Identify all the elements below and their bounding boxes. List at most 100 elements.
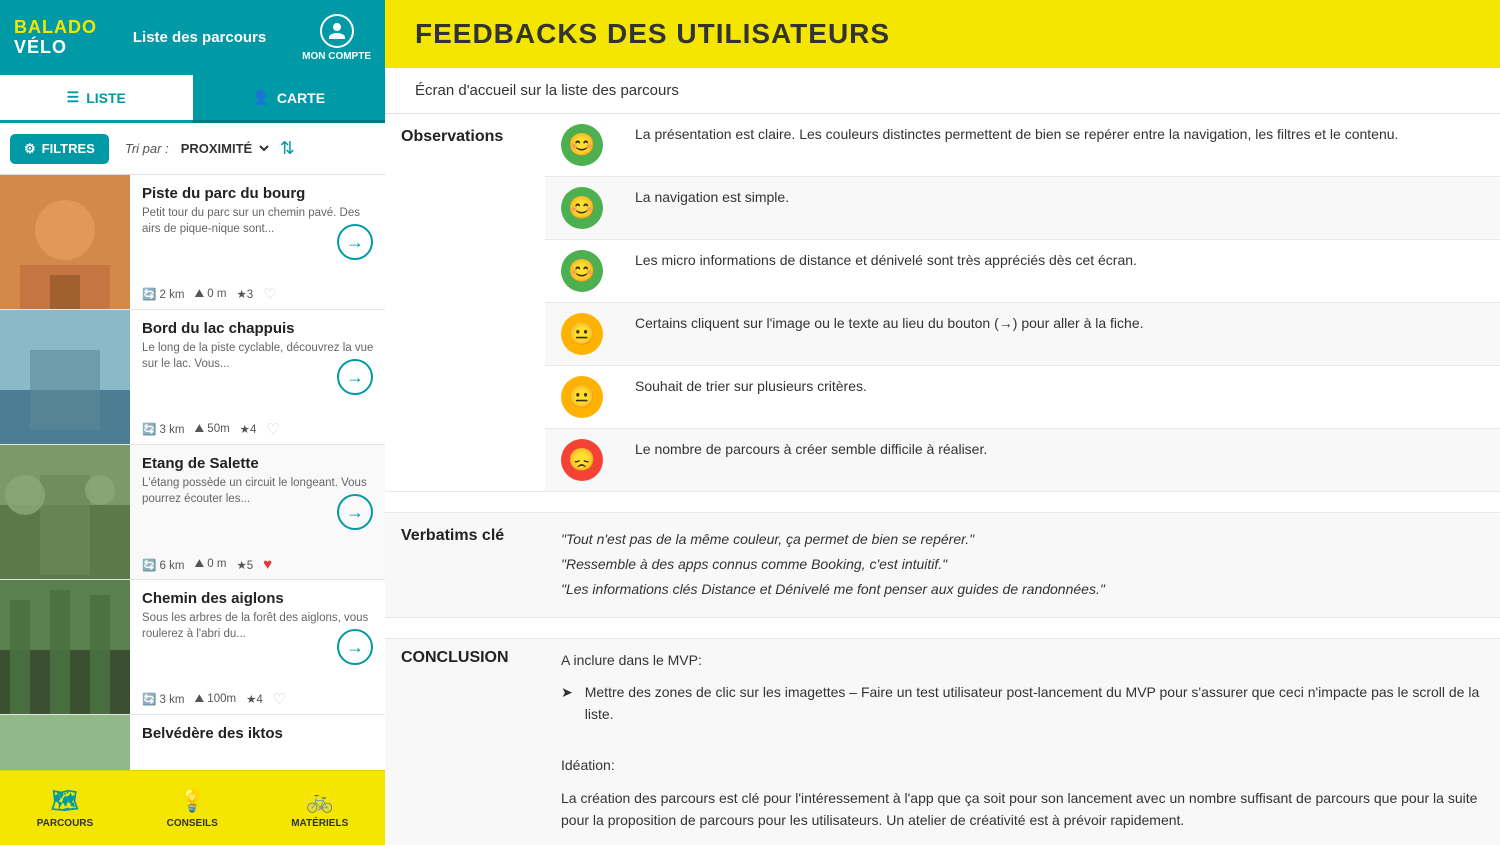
conclusion-content: A inclure dans le MVP: ➤ Mettre des zone… xyxy=(545,638,1500,845)
route-title: Piste du parc du bourg xyxy=(142,185,375,202)
emoji-green-3: 😊 xyxy=(561,250,603,292)
emoji-green-1: 😊 xyxy=(561,124,603,166)
conclusion-mvp-title: A inclure dans le MVP: xyxy=(561,649,1484,671)
route-stars: ★5 xyxy=(236,558,253,572)
conseils-icon: 💡 xyxy=(179,788,206,814)
route-card[interactable]: Etang de Salette L'étang possède un circ… xyxy=(0,445,385,580)
route-arrow[interactable]: → xyxy=(337,494,373,530)
route-card[interactable]: Belvédère des iktos xyxy=(0,715,385,770)
route-heart[interactable]: ♥ xyxy=(263,556,272,573)
route-card[interactable]: Piste du parc du bourg Petit tour du par… xyxy=(0,175,385,310)
route-elevation: ⛰ 0 m xyxy=(194,558,226,571)
nav-parcours[interactable]: 🗺 PARCOURS xyxy=(37,788,93,829)
nav-conseils[interactable]: 💡 CONSEILS xyxy=(167,788,218,829)
route-arrow[interactable]: → xyxy=(337,359,373,395)
route-image xyxy=(0,715,130,770)
materiels-icon: 🚲 xyxy=(306,788,333,814)
verbatims-row: Verbatims clé "Tout n'est pas de la même… xyxy=(385,513,1500,618)
emoji-yellow-2: 😐 xyxy=(561,376,603,418)
route-title: Etang de Salette xyxy=(142,455,375,472)
route-arrow[interactable]: → xyxy=(337,629,373,665)
screen-label: Écran d'accueil sur la liste des parcour… xyxy=(385,68,1500,114)
observations-row-4: 😐 Certains cliquent sur l'image ou le te… xyxy=(385,303,1500,366)
logo-velo: VÉLO xyxy=(14,38,97,58)
route-elevation: ⛰ 50m xyxy=(194,423,229,436)
sort-icon[interactable]: ⇅ xyxy=(280,138,295,159)
tab-carte-label: CARTE xyxy=(277,90,325,106)
map-pin-icon: 👤 xyxy=(252,89,269,106)
route-heart[interactable]: ♡ xyxy=(273,690,286,708)
observations-row-3: 😊 Les micro informations de distance et … xyxy=(385,240,1500,303)
nav-materiels-label: MATÉRIELS xyxy=(291,818,348,829)
route-info: Belvédère des iktos xyxy=(130,715,385,770)
tab-liste[interactable]: ☰ LISTE xyxy=(0,75,193,123)
route-image xyxy=(0,310,130,444)
route-stars: ★3 xyxy=(236,287,253,301)
observations-row-5: 😐 Souhait de trier sur plusieurs critère… xyxy=(385,366,1500,429)
emoji-cell-4: 😐 xyxy=(545,303,619,366)
feedback-header: FEEDBACKS DES UTILISATEURS xyxy=(385,0,1500,68)
conclusion-label: CONCLUSION xyxy=(385,638,545,845)
feedback-content: Écran d'accueil sur la liste des parcour… xyxy=(385,68,1500,845)
feedback-text-4: Certains cliquent sur l'image ou le text… xyxy=(619,303,1500,366)
conclusion-mvp-text: Mettre des zones de clic sur les imagett… xyxy=(585,681,1484,726)
route-stars: ★4 xyxy=(246,692,263,706)
account-icon xyxy=(320,14,354,48)
verbatims-label: Verbatims clé xyxy=(385,513,545,618)
conclusion-ideation-text: La création des parcours est clé pour l'… xyxy=(561,787,1484,832)
route-image xyxy=(0,445,130,579)
feedback-text-1: La présentation est claire. Les couleurs… xyxy=(619,114,1500,177)
route-elevation: ⛰ 0 m xyxy=(194,288,226,301)
route-distance: 🔄 3 km xyxy=(142,422,184,436)
route-stars: ★4 xyxy=(240,422,257,436)
parcours-icon: 🗺 xyxy=(51,788,79,814)
emoji-yellow-1: 😐 xyxy=(561,313,603,355)
route-title: Bord du lac chappuis xyxy=(142,320,375,337)
observations-row-1: Observations 😊 La présentation est clair… xyxy=(385,114,1500,177)
observations-label: Observations xyxy=(385,114,545,492)
list-icon: ☰ xyxy=(67,89,80,106)
header-title: Liste des parcours xyxy=(133,29,266,46)
filter-button[interactable]: ⚙ FILTRES xyxy=(10,134,109,164)
feedback-text-3: Les micro informations de distance et dé… xyxy=(619,240,1500,303)
verbatims-text: "Tout n'est pas de la même couleur, ça p… xyxy=(561,527,1484,603)
tri-select[interactable]: PROXIMITÉ DISTANCE DIFFICULTÉ xyxy=(177,140,272,157)
observations-row-2: 😊 La navigation est simple. xyxy=(385,177,1500,240)
route-card[interactable]: Bord du lac chappuis Le long de la piste… xyxy=(0,310,385,445)
route-meta: 🔄 3 km ⛰ 100m ★4 ♡ xyxy=(142,690,375,708)
route-arrow[interactable]: → xyxy=(337,224,373,260)
logo-balado: BALADO xyxy=(14,18,97,38)
bottom-nav: 🗺 PARCOURS 💡 CONSEILS 🚲 MATÉRIELS xyxy=(0,770,385,845)
emoji-green-2: 😊 xyxy=(561,187,603,229)
route-image xyxy=(0,175,130,309)
feedback-table: Observations 😊 La présentation est clair… xyxy=(385,114,1500,845)
route-image xyxy=(0,580,130,714)
route-meta: 🔄 2 km ⛰ 0 m ★3 ♡ xyxy=(142,285,375,303)
feedback-title: FEEDBACKS DES UTILISATEURS xyxy=(415,18,1470,50)
tab-carte[interactable]: 👤 CARTE xyxy=(193,75,386,123)
account-area[interactable]: MON COMPTE xyxy=(302,14,371,62)
conclusion-mvp-item: ➤ Mettre des zones de clic sur les image… xyxy=(561,681,1484,726)
account-label: MON COMPTE xyxy=(302,51,371,62)
tabs-bar: ☰ LISTE 👤 CARTE xyxy=(0,75,385,123)
filter-bar: ⚙ FILTRES Tri par : PROXIMITÉ DISTANCE D… xyxy=(0,123,385,175)
app-header: BALADO VÉLO Liste des parcours MON COMPT… xyxy=(0,0,385,75)
emoji-cell-2: 😊 xyxy=(545,177,619,240)
left-panel: BALADO VÉLO Liste des parcours MON COMPT… xyxy=(0,0,385,845)
route-heart[interactable]: ♡ xyxy=(266,420,279,438)
route-meta: 🔄 6 km ⛰ 0 m ★5 ♥ xyxy=(142,556,375,573)
nav-materiels[interactable]: 🚲 MATÉRIELS xyxy=(291,788,348,829)
spacer-row-2 xyxy=(385,617,1500,638)
route-distance: 🔄 2 km xyxy=(142,287,184,301)
nav-conseils-label: CONSEILS xyxy=(167,818,218,829)
logo: BALADO VÉLO xyxy=(14,18,97,58)
feedback-text-2: La navigation est simple. xyxy=(619,177,1500,240)
filter-btn-label: FILTRES xyxy=(42,141,95,156)
route-heart[interactable]: ♡ xyxy=(263,285,276,303)
route-title: Belvédère des iktos xyxy=(142,725,375,742)
tri-label: Tri par : xyxy=(125,141,169,156)
route-card[interactable]: Chemin des aiglons Sous les arbres de la… xyxy=(0,580,385,715)
spacer-row xyxy=(385,492,1500,513)
emoji-cell-6: 😞 xyxy=(545,429,619,492)
emoji-cell-3: 😊 xyxy=(545,240,619,303)
